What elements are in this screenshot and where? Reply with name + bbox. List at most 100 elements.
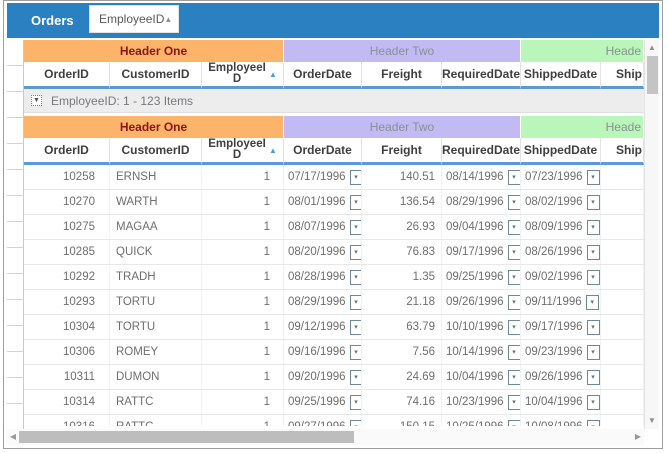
date-dropdown-icon[interactable]: ▾ <box>586 295 599 310</box>
cell-orderid[interactable]: 10306 <box>24 340 110 364</box>
column-header-requireddate[interactable]: RequiredDate <box>442 62 521 89</box>
cell-orderdate[interactable]: 08/07/1996▾ <box>284 215 362 239</box>
date-dropdown-icon[interactable]: ▾ <box>508 170 521 185</box>
date-dropdown-icon[interactable]: ▾ <box>350 395 362 410</box>
cell-employeeid[interactable]: 1 <box>202 340 284 364</box>
cell-requireddate[interactable]: 09/17/1996▾ <box>442 240 521 264</box>
cell-customerid[interactable]: RATTC <box>110 390 202 414</box>
cell-customerid[interactable]: ERNSH <box>110 165 202 189</box>
cell-orderdate[interactable]: 09/12/1996▾ <box>284 315 362 339</box>
column-header-customerid[interactable]: CustomerID <box>110 138 202 165</box>
column-header-employeeid[interactable]: EmployeeID▲ <box>202 62 284 89</box>
date-dropdown-icon[interactable]: ▾ <box>587 195 600 210</box>
date-dropdown-icon[interactable]: ▾ <box>508 245 521 260</box>
cell-ship[interactable] <box>601 415 644 426</box>
cell-ship[interactable] <box>601 290 644 314</box>
cell-shippeddate[interactable]: 09/17/1996▾ <box>521 315 601 339</box>
date-dropdown-icon[interactable]: ▾ <box>350 170 362 185</box>
cell-customerid[interactable]: TRADH <box>110 265 202 289</box>
column-header-shippeddate[interactable]: ShippedDate <box>521 138 601 165</box>
cell-orderdate[interactable]: 09/25/1996▾ <box>284 390 362 414</box>
cell-requireddate[interactable]: 10/23/1996▾ <box>442 390 521 414</box>
cell-customerid[interactable]: TORTU <box>110 315 202 339</box>
cell-orderdate[interactable]: 09/20/1996▾ <box>284 365 362 389</box>
cell-employeeid[interactable]: 1 <box>202 390 284 414</box>
cell-ship[interactable] <box>601 315 644 339</box>
cell-shippeddate[interactable]: 09/11/1996▾ <box>521 290 601 314</box>
cell-shippeddate[interactable]: 08/26/1996▾ <box>521 240 601 264</box>
cell-requireddate[interactable]: 08/29/1996▾ <box>442 190 521 214</box>
column-header-orderdate[interactable]: OrderDate <box>284 62 362 89</box>
cell-orderdate[interactable]: 08/28/1996▾ <box>284 265 362 289</box>
date-dropdown-icon[interactable]: ▾ <box>508 270 521 285</box>
cell-orderdate[interactable]: 08/01/1996▾ <box>284 190 362 214</box>
cell-orderdate[interactable]: 08/20/1996▾ <box>284 240 362 264</box>
cell-ship[interactable] <box>601 265 644 289</box>
vertical-scrollbar[interactable]: ▲ ▼ <box>644 40 659 429</box>
date-dropdown-icon[interactable]: ▾ <box>350 320 362 335</box>
table-row[interactable]: 10293TORTU108/29/1996▾21.1809/26/1996▾09… <box>24 290 644 315</box>
cell-ship[interactable] <box>601 365 644 389</box>
date-dropdown-icon[interactable]: ▾ <box>508 220 521 235</box>
scroll-right-icon[interactable]: ▶ <box>632 429 644 445</box>
column-header-freight[interactable]: Freight <box>362 62 442 89</box>
cell-orderid[interactable]: 10258 <box>24 165 110 189</box>
date-dropdown-icon[interactable]: ▾ <box>587 345 600 360</box>
table-row[interactable]: 10270WARTH108/01/1996▾136.5408/29/1996▾0… <box>24 190 644 215</box>
cell-shippeddate[interactable]: 10/08/1996▾ <box>521 415 601 426</box>
cell-freight[interactable]: 150.15 <box>362 415 442 426</box>
cell-orderdate[interactable]: 07/17/1996▾ <box>284 165 362 189</box>
cell-orderid[interactable]: 10293 <box>24 290 110 314</box>
cell-orderid[interactable]: 10270 <box>24 190 110 214</box>
cell-customerid[interactable]: TORTU <box>110 290 202 314</box>
table-row[interactable]: 10304TORTU109/12/1996▾63.7910/10/1996▾09… <box>24 315 644 340</box>
date-dropdown-icon[interactable]: ▾ <box>508 420 521 427</box>
cell-customerid[interactable]: WARTH <box>110 190 202 214</box>
column-header-ship[interactable]: Ship <box>601 138 644 165</box>
table-row[interactable]: 10316RATTC109/27/1996▾150.1510/25/1996▾1… <box>24 415 644 426</box>
date-dropdown-icon[interactable]: ▾ <box>350 270 362 285</box>
table-row[interactable]: 10275MAGAA108/07/1996▾26.9309/04/1996▾08… <box>24 215 644 240</box>
cell-orderid[interactable]: 10316 <box>24 415 110 426</box>
group-caption-row[interactable]: ▼ EmployeeID: 1 - 123 Items <box>24 89 644 113</box>
scroll-down-icon[interactable]: ▼ <box>645 414 659 428</box>
cell-employeeid[interactable]: 1 <box>202 215 284 239</box>
date-dropdown-icon[interactable]: ▾ <box>350 220 362 235</box>
cell-requireddate[interactable]: 09/26/1996▾ <box>442 290 521 314</box>
cell-employeeid[interactable]: 1 <box>202 190 284 214</box>
cell-orderdate[interactable]: 08/29/1996▾ <box>284 290 362 314</box>
column-header-customerid[interactable]: CustomerID <box>110 62 202 89</box>
cell-freight[interactable]: 7.56 <box>362 340 442 364</box>
cell-ship[interactable] <box>601 165 644 189</box>
horizontal-scrollbar[interactable]: ◀ ▶ <box>7 429 644 445</box>
date-dropdown-icon[interactable]: ▾ <box>350 420 362 427</box>
cell-orderid[interactable]: 10314 <box>24 390 110 414</box>
cell-orderdate[interactable]: 09/16/1996▾ <box>284 340 362 364</box>
cell-requireddate[interactable]: 09/25/1996▾ <box>442 265 521 289</box>
cell-orderdate[interactable]: 09/27/1996▾ <box>284 415 362 426</box>
table-row[interactable]: 10306ROMEY109/16/1996▾7.5610/14/1996▾09/… <box>24 340 644 365</box>
cell-customerid[interactable]: RATTC <box>110 415 202 426</box>
table-row[interactable]: 10311DUMON109/20/1996▾24.6910/04/1996▾09… <box>24 365 644 390</box>
collapse-group-icon[interactable]: ▼ <box>31 95 42 106</box>
date-dropdown-icon[interactable]: ▾ <box>587 170 600 185</box>
cell-ship[interactable] <box>601 390 644 414</box>
date-dropdown-icon[interactable]: ▾ <box>587 270 600 285</box>
date-dropdown-icon[interactable]: ▾ <box>350 345 362 360</box>
date-dropdown-icon[interactable]: ▾ <box>587 370 600 385</box>
date-dropdown-icon[interactable]: ▾ <box>350 195 362 210</box>
column-header-requireddate[interactable]: RequiredDate <box>442 138 521 165</box>
cell-ship[interactable] <box>601 240 644 264</box>
cell-ship[interactable] <box>601 340 644 364</box>
column-header-orderid[interactable]: OrderID <box>24 138 110 165</box>
date-dropdown-icon[interactable]: ▾ <box>508 395 521 410</box>
cell-orderid[interactable]: 10304 <box>24 315 110 339</box>
date-dropdown-icon[interactable]: ▾ <box>587 320 600 335</box>
column-header-orderid[interactable]: OrderID <box>24 62 110 89</box>
cell-orderid[interactable]: 10285 <box>24 240 110 264</box>
cell-customerid[interactable]: DUMON <box>110 365 202 389</box>
cell-customerid[interactable]: ROMEY <box>110 340 202 364</box>
cell-shippeddate[interactable]: 09/26/1996▾ <box>521 365 601 389</box>
cell-freight[interactable]: 140.51 <box>362 165 442 189</box>
vertical-scrollbar-thumb[interactable] <box>647 56 658 94</box>
